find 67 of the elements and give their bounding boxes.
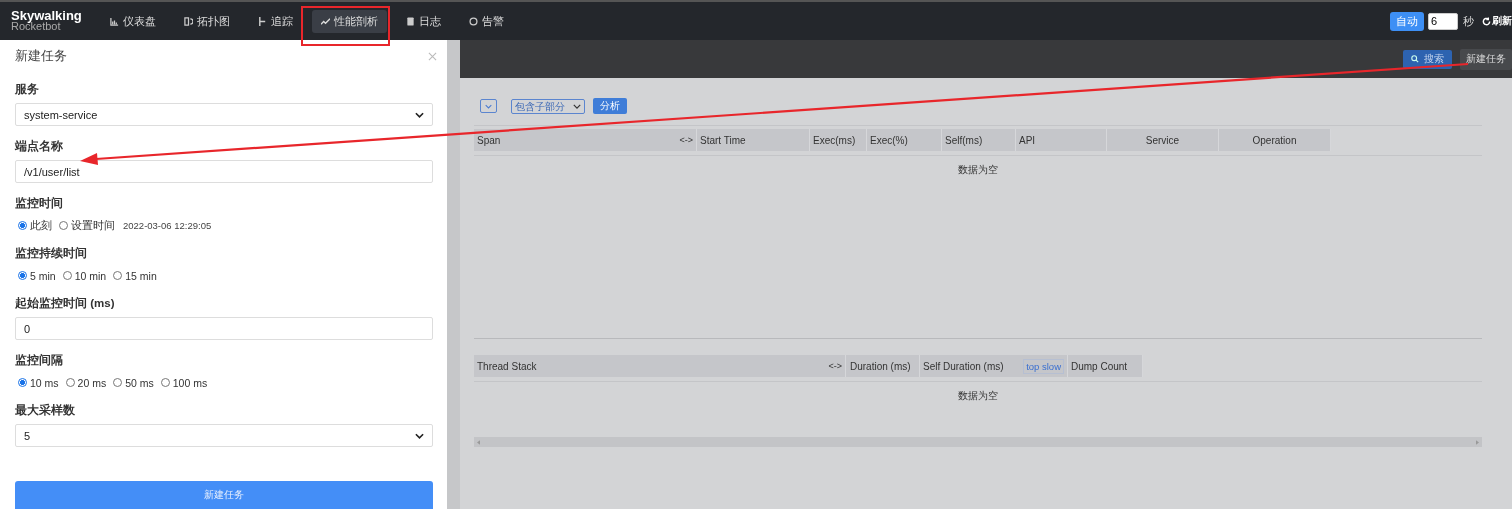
bar-chart-icon [110,16,119,26]
column-title: Duration (ms) [850,360,911,372]
column-title: Exec(%) [870,134,908,146]
field-label: 服务 [15,82,40,98]
column-title: Dump Count [1071,360,1128,372]
nav-tab[interactable]: 仪表盘 [101,9,165,33]
column-title: Self Duration (ms) [923,360,1004,372]
radio-option[interactable]: 5 min [18,269,56,282]
alarm-icon [469,16,478,26]
input-field[interactable]: 0 [15,317,433,341]
field-label: 最大采样数 [15,403,76,419]
resize-handle[interactable]: <-> [679,135,693,145]
column-title: Thread Stack [477,360,537,372]
column-title: Start Time [700,134,746,146]
radio-option[interactable]: 15 min [113,269,157,282]
logo-title: Skywalking [11,10,83,21]
drawer-title: 新建任务 [15,47,67,66]
radio-option[interactable]: 10 min [62,269,107,282]
field-label: 监控间隔 [15,353,64,369]
radio-option[interactable]: 100 ms [160,376,208,389]
document-icon [406,16,415,26]
select-field[interactable]: 5 [15,424,433,448]
interval-unit: 秒 [1463,13,1474,29]
field-label: 起始监控时间 (ms) [15,296,116,312]
nav-tab[interactable]: 告警 [460,9,513,33]
radio-option[interactable]: 设置时间 [59,218,115,233]
resize-handle[interactable]: <-> [828,361,842,371]
column-title: API [1019,134,1036,146]
refresh-button[interactable]: 刷新 [1474,14,1512,28]
scroll-right-icon[interactable] [1476,439,1479,445]
nav-tab[interactable]: 性能剖析 [312,9,387,33]
field-label: 端点名称 [15,139,64,155]
chevron-icon [485,103,492,109]
input-field[interactable]: /v1/user/list [15,160,433,184]
timestamp: 2022-03-06 12:29:05 [123,220,212,232]
logo-subtitle: Rocketbot [11,21,61,32]
analyze-button[interactable]: 分析 [593,98,627,114]
radio-option[interactable]: 10 ms [18,376,59,389]
line-chart-icon [321,16,330,26]
radio-option[interactable]: 此刻 [18,218,52,233]
empty-message: 数据为空 [474,155,1482,335]
nav-tab[interactable]: 追踪 [249,9,302,33]
radio-option[interactable]: 20 ms [65,376,107,389]
expand-button[interactable] [480,99,497,113]
horizontal-scrollbar[interactable] [474,437,1482,447]
nav-tab[interactable]: 拓扑图 [175,9,239,33]
select-field[interactable]: system-service [15,103,433,127]
field-label: 监控时间 [15,196,64,212]
field-label: 监控持续时间 [15,246,88,262]
chevron-icon [415,432,424,439]
column-title: Operation [1252,134,1297,146]
chevron-icon [573,103,581,109]
radio-option[interactable]: 50 ms [113,376,154,389]
close-icon[interactable] [428,51,437,61]
interval-field[interactable]: 6 [1428,12,1458,30]
trace-icon [258,16,267,26]
nav-tab[interactable]: 日志 [397,9,450,33]
column-title: Service [1145,134,1180,146]
search-icon [1411,55,1419,63]
filter-select[interactable]: 包含子部分 [511,98,585,114]
chevron-icon [415,111,424,118]
column-title: Span [477,134,501,146]
column-title: Exec(ms) [813,134,856,146]
new-task-button[interactable]: 新建任务 [1460,48,1512,70]
column-title: Self(ms) [945,134,983,146]
refresh-icon [1482,16,1491,26]
scroll-left-icon[interactable] [477,439,480,445]
